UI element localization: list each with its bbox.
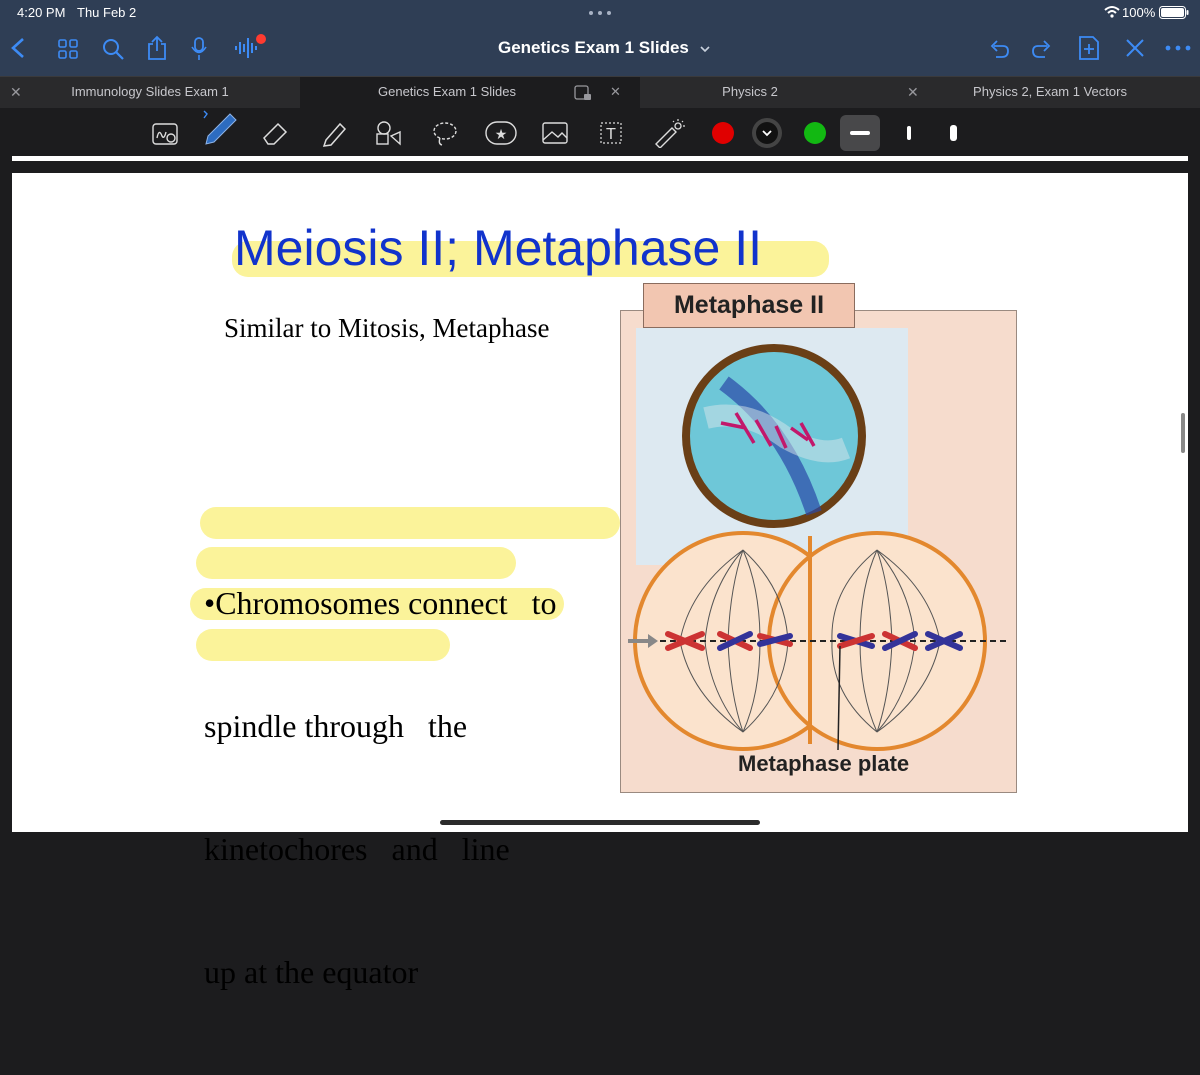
color-swatch-red[interactable] [706,116,740,150]
bullet-text: •Chromosomes connect to spindle through … [204,501,556,1075]
tab-close-icon[interactable]: ✕ [907,77,919,109]
slide-page[interactable]: Meiosis II; Metaphase II Similar to Mito… [12,173,1188,990]
tab-label: Genetics Exam 1 Slides [378,84,517,99]
image-tool-icon[interactable] [540,118,570,148]
tab-bar: ✕ Immunology Slides Exam 1 ✕ Genetics Ex… [0,76,1200,109]
scrollbar[interactable] [1181,413,1185,453]
color-swatch-green[interactable] [798,116,832,150]
status-date: Thu Feb 2 [77,5,137,20]
home-indicator[interactable] [440,820,760,825]
undo-icon[interactable] [988,37,1010,59]
top-bar: 4:20 PM Thu Feb 2 100% Genetics Exam 1 S… [0,0,1200,76]
svg-text:★: ★ [495,127,508,143]
multitask-dots-icon[interactable] [587,10,613,16]
back-chevron-icon[interactable] [10,37,26,59]
bullet-line: kinetochores and line [204,831,510,867]
add-page-icon[interactable] [1077,35,1101,61]
text-tool-icon[interactable]: T [596,118,626,148]
share-icon[interactable] [147,35,167,61]
color-swatch-black-selected[interactable] [750,116,784,150]
document-title-text: Genetics Exam 1 Slides [498,38,689,57]
slide-title: Meiosis II; Metaphase II [234,220,763,276]
elements-sticker-icon[interactable]: ★ [484,118,518,148]
audio-recording-icon[interactable] [233,32,269,60]
chevron-down-icon [700,45,710,52]
highlighter-tool-icon[interactable] [318,118,348,148]
close-icon[interactable] [1125,38,1145,58]
stroke-size-thick[interactable] [940,115,970,151]
shapes-tool-icon[interactable] [373,118,403,148]
status-time: 4:20 PM [17,5,66,20]
search-icon[interactable] [102,38,126,60]
figure-caption: Metaphase plate [738,751,910,776]
tool-bar: ★ T [0,108,1200,156]
battery-icon [1159,6,1189,19]
tab-close-icon[interactable]: ✕ [10,77,22,109]
pen-tool-icon[interactable] [200,110,240,148]
redo-icon[interactable] [1031,37,1053,59]
tab-immunology-slides[interactable]: Immunology Slides Exam 1 [30,77,270,109]
handwriting-zoom-icon[interactable] [151,118,181,148]
thumbnails-grid-icon[interactable] [58,39,78,59]
stroke-thick-mark [950,125,957,141]
tab-close-icon[interactable]: ✕ [610,77,621,107]
stroke-thin-mark [850,131,870,135]
eraser-tool-icon[interactable] [260,118,290,148]
stroke-medium-mark [907,126,911,140]
metaphase-plate-diagram [628,531,1008,751]
tab-physics-2-vectors[interactable]: Physics 2, Exam 1 Vectors [930,77,1170,109]
tab-split-view-icon[interactable] [574,85,592,101]
figure-label-box: Metaphase II [643,283,855,328]
stroke-size-medium[interactable] [895,115,925,151]
slide-subtitle: Similar to Mitosis, Metaphase [224,313,550,343]
battery-percent: 100% [1122,5,1156,20]
more-options-icon[interactable] [1165,45,1191,51]
laser-pointer-icon[interactable] [652,118,688,148]
wifi-icon [1104,6,1120,18]
tab-genetics-slides[interactable]: Genetics Exam 1 Slides ✕ [300,77,640,109]
bullet-line: spindle through the [204,708,468,744]
figure-label: Metaphase II [673,291,825,319]
svg-text:T: T [605,125,616,143]
bullet-line: •Chromosomes connect to [204,585,557,621]
bullet-line: up at the equator [204,954,419,990]
lasso-tool-icon[interactable] [430,118,460,148]
stroke-size-thin-selected[interactable] [840,115,880,151]
microphone-icon[interactable] [191,36,207,62]
document-title[interactable]: Genetics Exam 1 Slides [498,38,710,58]
tab-physics-2[interactable]: Physics 2 [640,77,860,109]
previous-page-edge [12,156,1188,161]
